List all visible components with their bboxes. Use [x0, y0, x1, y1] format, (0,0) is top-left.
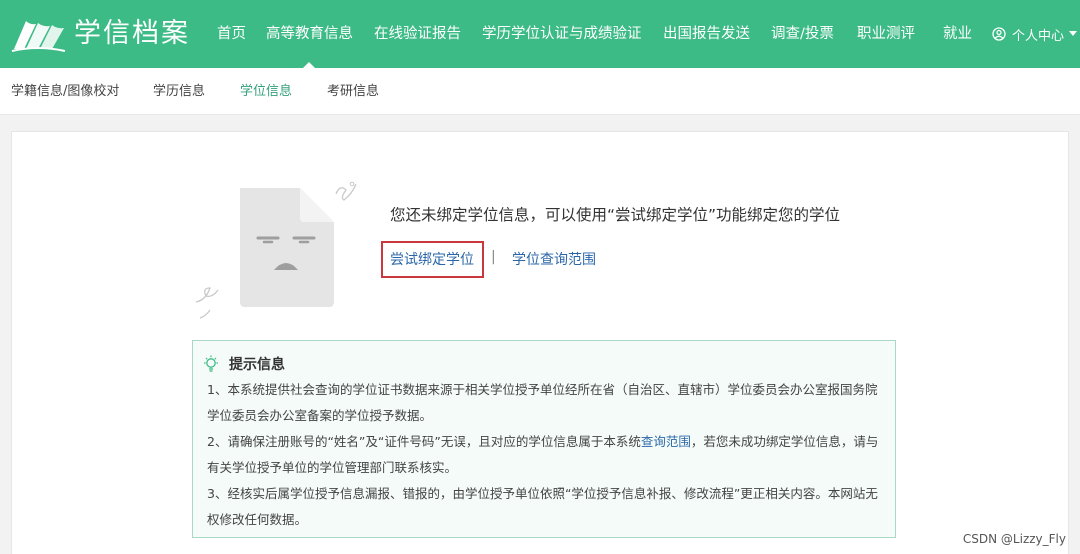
lightbulb-icon [204, 355, 218, 372]
nav-career-test[interactable]: 职业测评 [857, 0, 915, 68]
tips-body: 1、本系统提供社会查询的学位证书数据来源于相关学位授予单位经所在省（自治区、直辖… [207, 377, 887, 533]
tab-enrollment-info[interactable]: 学籍信息/图像校对 [11, 68, 119, 115]
nav-home[interactable]: 首页 [217, 0, 246, 68]
book-logo-icon [11, 21, 66, 52]
nav-higher-education[interactable]: 高等教育信息 [266, 0, 353, 68]
caret-down-icon [1069, 31, 1078, 36]
tab-education-info[interactable]: 学历信息 [153, 68, 205, 115]
nav-employment[interactable]: 就业 [943, 0, 972, 68]
sub-navbar: 学籍信息/图像校对 学历信息 学位信息 考研信息 [0, 68, 1080, 115]
query-scope-inline-link[interactable]: 查询范围 [641, 434, 691, 449]
tip-item-2-text-a: 2、请确保注册账号的“姓名”及“证件号码”无误，且对应的学位信息属于本系统 [207, 434, 641, 449]
nav-abroad-report[interactable]: 出国报告发送 [663, 0, 750, 68]
tips-header: 提示信息 [203, 354, 285, 374]
try-bind-degree-link[interactable]: 尝试绑定学位 [390, 249, 474, 269]
user-circle-icon [992, 27, 1006, 41]
user-center-label: 个人中心 [1012, 28, 1065, 44]
logo-text: 学信档案 [74, 18, 190, 49]
sad-document-icon [195, 181, 357, 319]
nav-certification[interactable]: 学历学位认证与成绩验证 [482, 0, 642, 68]
tips-title: 提示信息 [229, 357, 285, 373]
site-logo[interactable]: 学信档案 [10, 14, 190, 54]
tip-item-1: 1、本系统提供社会查询的学位证书数据来源于相关学位授予单位经所在省（自治区、直辖… [207, 382, 878, 423]
tips-panel: 提示信息 1、本系统提供社会查询的学位证书数据来源于相关学位授予单位经所在省（自… [192, 340, 896, 538]
tip-item-3: 3、经核实后属学位授予信息漏报、错报的，由学位授予单位依照“学位授予信息补报、修… [207, 486, 878, 527]
nav-online-report[interactable]: 在线验证报告 [374, 0, 461, 68]
tab-postgrad-exam-info[interactable]: 考研信息 [327, 68, 379, 115]
csdn-watermark: CSDN @Lizzy_Fly [962, 532, 1066, 546]
unbound-degree-message: 您还未绑定学位信息，可以使用“尝试绑定学位”功能绑定您的学位 [390, 206, 841, 224]
tab-degree-info[interactable]: 学位信息 [240, 68, 292, 115]
link-separator: | [491, 249, 496, 265]
user-center-menu[interactable]: 个人中心 [992, 0, 1078, 68]
top-navbar: 学信档案 首页 高等教育信息 在线验证报告 学历学位认证与成绩验证 出国报告发送… [0, 0, 1080, 69]
nav-survey[interactable]: 调查/投票 [771, 0, 834, 68]
degree-query-scope-link[interactable]: 学位查询范围 [512, 249, 596, 269]
tip-item-2: 2、请确保注册账号的“姓名”及“证件号码”无误，且对应的学位信息属于本系统查询范… [207, 429, 887, 481]
